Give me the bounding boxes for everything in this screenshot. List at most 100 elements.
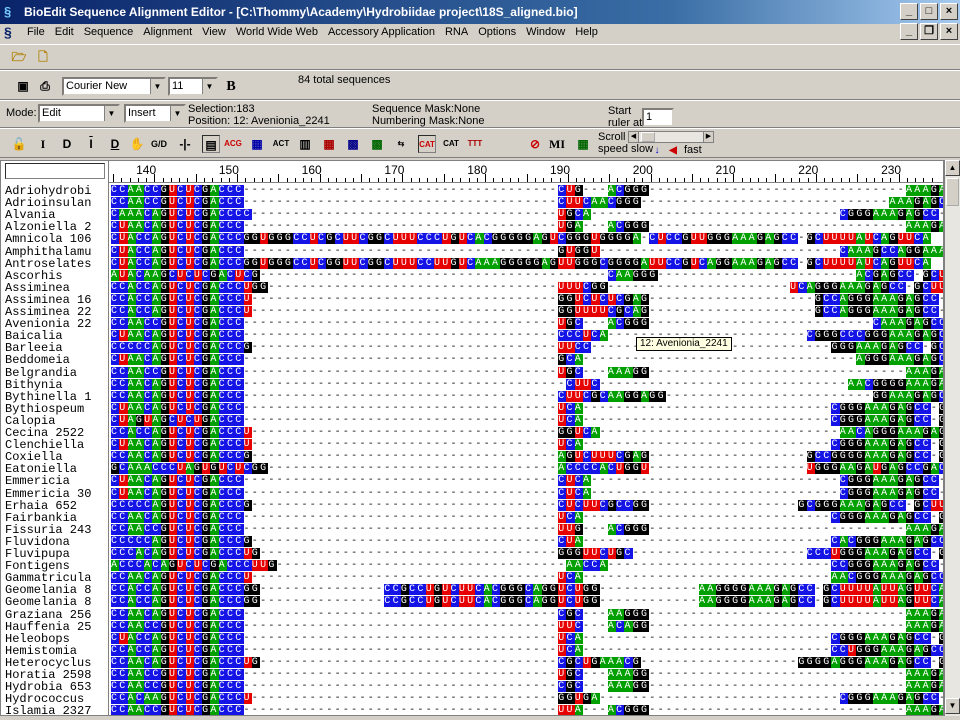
sequence-row[interactable]: CCAACCGUCUCGACCC------------------------… [111, 669, 943, 681]
sequence-row[interactable]: CCACCAGUCUCGACCCUGG---------------------… [111, 281, 943, 294]
sequence-editor[interactable]: Adriohydrobi Adrioinsulan Alvania Alzoniell… [0, 160, 944, 716]
slider-thumb[interactable] [641, 132, 655, 142]
open-folder-icon[interactable]: 🗁 [10, 48, 28, 66]
sequence-row[interactable]: CCAACCGUCUCGACCC------------------------… [111, 620, 943, 633]
sequence-row[interactable]: CUAACAGUCUCGACCC------------------------… [111, 475, 943, 487]
sequence-name[interactable]: Bythinella 1 [5, 391, 91, 403]
scroll-thumb[interactable] [946, 178, 959, 206]
gd-tool-icon[interactable]: G/D [150, 135, 168, 153]
sequence-name[interactable]: Beddomeia [5, 354, 70, 366]
menu-window[interactable]: Window [521, 26, 570, 38]
save-icon[interactable]: ▣ [14, 77, 32, 95]
sequence-row[interactable]: CCAACCGUCUCGACCC------------------------… [111, 318, 943, 330]
sequence-row[interactable]: CCCCCAGUCUCGACCCG-----------------------… [111, 499, 943, 512]
sequence-row[interactable]: CCAACAGUCUCGACCCG-----------------------… [111, 451, 943, 463]
case-icon[interactable]: CAT [418, 135, 436, 153]
font-size-select[interactable]: 11 ▼ [168, 77, 218, 96]
maximize-button[interactable]: □ [920, 3, 938, 20]
sequence-row[interactable]: CAAACAGUCUCGACCCC-----------------------… [111, 209, 943, 221]
sequence-row[interactable]: CCAACAGUCUCGACCC------------------------… [111, 378, 943, 391]
sequence-name[interactable]: Amnicola 106 [5, 233, 91, 245]
sequence-name[interactable]: Heleobops [5, 633, 70, 645]
color-text-icon[interactable]: ACG [224, 135, 242, 153]
shaded-grid-icon[interactable]: ▩ [368, 135, 386, 153]
sequence-name[interactable]: Bythiospeum [5, 403, 84, 415]
sequence-row[interactable]: CUACCAGUCUCGACCC------------------------… [111, 245, 943, 258]
mi-button[interactable]: MI [548, 135, 566, 153]
sequence-row[interactable]: CCAACCGUCUCGACCC------------------------… [111, 185, 943, 197]
minimize-button[interactable]: _ [900, 3, 918, 20]
sequence-row[interactable]: CCAACCGUCUCGACCC------------------------… [111, 523, 943, 536]
t-tool-icon[interactable]: I [82, 135, 100, 153]
matrix-icon[interactable]: ▦ [574, 135, 592, 153]
sequence-row[interactable]: AUACAAGCUCUCGACUCG----------------------… [111, 269, 943, 282]
sequence-name[interactable]: Bithynia [5, 379, 63, 391]
document-icon[interactable]: § [4, 24, 22, 40]
shade-icon[interactable]: ACT [272, 135, 290, 153]
menu-options[interactable]: Options [473, 26, 521, 38]
sequence-name[interactable]: Ascorhis [5, 270, 63, 282]
font-name-select[interactable]: Courier New ▼ [62, 77, 166, 96]
sequence-row[interactable]: CCAACAGUCUCGACCC------------------------… [111, 390, 943, 403]
chevron-down-icon[interactable]: ▼ [170, 106, 184, 121]
sequence-row[interactable]: CUACCAGUCUCGACCC------------------------… [111, 632, 943, 645]
sequence-row[interactable]: CCAACCGUCUCGACCC------------------------… [111, 705, 943, 715]
close-button[interactable]: × [940, 3, 958, 20]
chevron-down-icon[interactable]: ▼ [104, 106, 118, 121]
sequence-row[interactable]: CCAACCGUCUCGACCC------------------------… [111, 366, 943, 379]
sequence-name[interactable]: Emmericia [5, 475, 70, 487]
menu-world-wide-web[interactable]: World Wide Web [231, 26, 323, 38]
scroll-up-icon[interactable]: ▲ [945, 160, 960, 176]
menu-rna[interactable]: RNA [440, 26, 473, 38]
sequence-row[interactable]: CCACCAGUCUCGACCCU-----------------------… [111, 293, 943, 306]
sequence-row[interactable]: CUAACAGUCUCGACCC------------------------… [111, 354, 943, 366]
sequence-row[interactable]: CCACCAGUCUCGACCCGG---------------CCGCCUG… [111, 596, 943, 608]
hand-icon[interactable]: ✋ [128, 135, 146, 153]
sequence-name[interactable]: Islamia 2327 [5, 705, 91, 715]
sequence-name[interactable]: Hauffenia 25 [5, 621, 91, 633]
mdi-close-button[interactable]: × [940, 23, 958, 40]
menu-help[interactable]: Help [570, 26, 603, 38]
sequence-name[interactable]: Geomelania 8 [5, 596, 91, 608]
slider-right-arrow-icon[interactable]: ▶ [703, 132, 713, 142]
sequence-row[interactable]: CCACCAGUCUCGACCCGG---------------CCGCCUG… [111, 584, 943, 596]
sequence-row[interactable]: CUAACAGUCUCGACCC------------------------… [111, 402, 943, 415]
menu-file[interactable]: File [22, 26, 50, 38]
menu-edit[interactable]: Edit [50, 26, 79, 38]
swap-icon[interactable]: ⇆ [392, 135, 410, 153]
grid-icon[interactable]: ▦ [320, 135, 338, 153]
sequence-row[interactable]: CUAACAGUCUCGACCC------------------------… [111, 487, 943, 500]
bold-button[interactable]: B [222, 78, 240, 96]
sequence-row[interactable]: CCACAAGUCUCGACCCU-----------------------… [111, 693, 943, 705]
i-beam-tool-icon[interactable]: I [34, 135, 52, 153]
sequence-row[interactable]: CCAACAGUCUCGACCCUG----------------------… [111, 656, 943, 669]
sequence-name[interactable]: Graziana 256 [5, 609, 91, 621]
name-header-field[interactable] [5, 163, 105, 179]
sequence-row[interactable]: CCCCCAGUCUCGACCCG-----------------------… [111, 535, 943, 548]
sequence-name[interactable]: Belgrandia [5, 367, 77, 379]
color-grid-icon[interactable]: ▩ [344, 135, 362, 153]
sequence-row[interactable]: CCACCAGUCUCGACCCU-----------------------… [111, 427, 943, 439]
sequence-row[interactable]: CCAACCGUCUCGACCC------------------------… [111, 197, 943, 209]
menu-view[interactable]: View [197, 26, 231, 38]
sequence-row[interactable]: CCAACCGUCUCGACCC------------------------… [111, 681, 943, 693]
sequence-name[interactable]: Fairbankia [5, 512, 77, 524]
sequence-row[interactable]: CCAACAGUCUCGACCC------------------------… [111, 608, 943, 621]
select-block-icon[interactable]: ▤ [202, 135, 220, 153]
sequence-row[interactable]: CCACCAGUCUCGACCCU-----------------------… [111, 306, 943, 318]
mdi-minimize-button[interactable]: _ [900, 23, 918, 40]
scroll-down-icon[interactable]: ▼ [945, 698, 960, 714]
slider-left-arrow-icon[interactable]: ◀ [629, 132, 639, 142]
cat-icon[interactable]: CAT [442, 135, 460, 153]
sequence-row[interactable]: CUAACAGUCUCGACCC------------------------… [111, 221, 943, 233]
ttt-icon[interactable]: TTT [466, 135, 484, 153]
mode-select[interactable]: Edit ▼ [38, 104, 120, 123]
sequence-name[interactable]: Assiminea [5, 282, 70, 294]
menu-alignment[interactable]: Alignment [138, 26, 197, 38]
sequence-row[interactable]: CUAACAGUCUCGACCC------------------------… [111, 330, 943, 342]
vertical-scrollbar[interactable]: ▲ ▼ [944, 160, 960, 716]
menu-sequence[interactable]: Sequence [79, 26, 139, 38]
alignment-grid[interactable]: CCAACCGUCUCGACCC------------------------… [109, 183, 943, 715]
sequence-row[interactable]: CUAGUAGCUCUGACCC------------------------… [111, 414, 943, 427]
sequence-row[interactable]: CUAACAGUCUCGACCCU-----------------------… [111, 439, 943, 451]
